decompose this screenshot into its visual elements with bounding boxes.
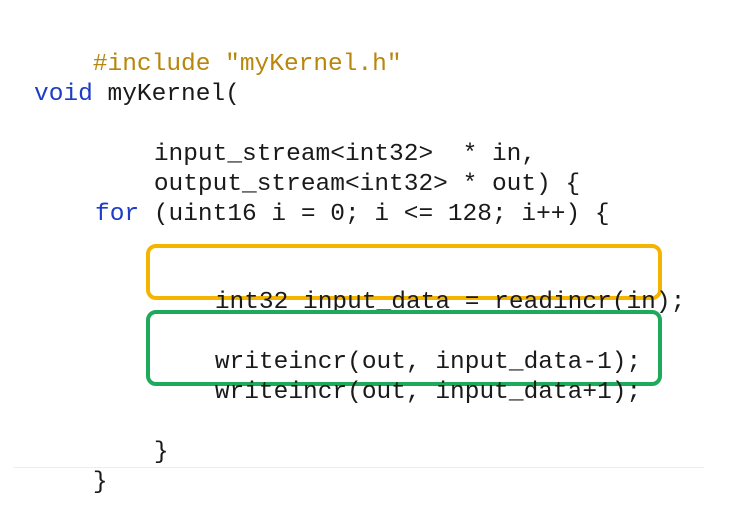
loop-close-brace: } [95,408,169,466]
param-input-stream: input_stream<int32> * in, [95,110,536,168]
param-output-stream: output_stream<int32> * out) { [95,140,580,198]
for-loop-header: (uint16 i = 0; i <= 128; i++) { [139,201,610,228]
write-line-2: writeincr(out, input_data+1); [156,348,641,406]
function-close-text: } [92,469,108,496]
write-line-1: writeincr(out, input_data-1); [156,318,641,376]
for-loop-line: for (uint16 i = 0; i <= 128; i++) { [95,200,610,230]
function-signature: void myKernel( [34,80,240,110]
for-keyword: for [95,201,140,228]
param-output-text: output_stream<int32> * out) { [153,171,581,198]
function-name: myKernel( [92,81,240,108]
loop-close-text: } [153,439,169,466]
void-keyword: void [34,81,93,108]
include-line: #include "myKernel.h" [34,20,402,78]
code-view: #include "myKernel.h" void myKernel( inp… [0,0,747,496]
writeincr-statement-2: writeincr(out, input_data+1); [214,379,642,406]
include-directive: #include "myKernel.h" [92,51,402,78]
read-line: int32 input_data = readincr(in); [156,258,685,316]
bottom-divider [14,467,704,468]
function-close-brace: } [34,438,108,496]
